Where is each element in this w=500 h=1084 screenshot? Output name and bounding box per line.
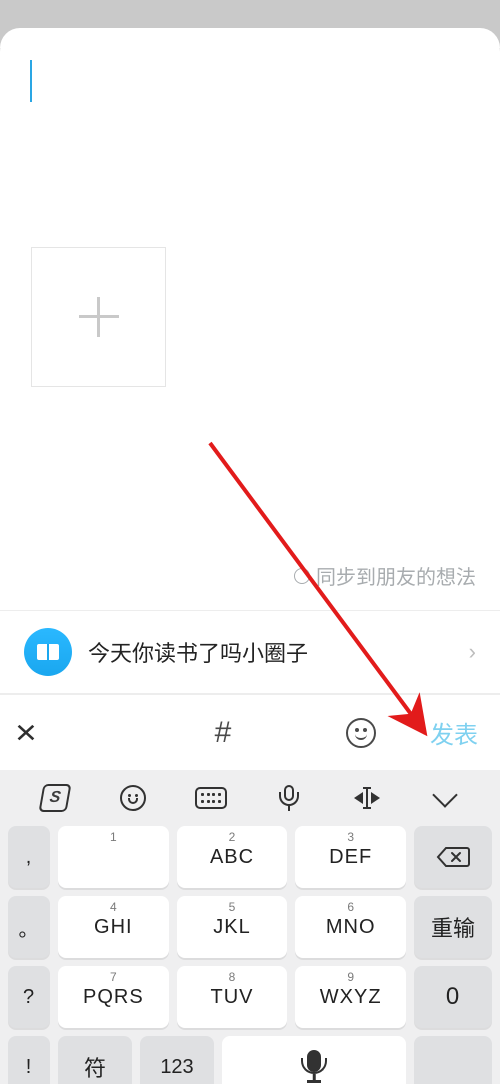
sync-to-friends-toggle[interactable]: 同步到朋友的想法 [294, 561, 476, 590]
key-enter[interactable] [414, 1036, 492, 1084]
add-image-button[interactable] [31, 247, 166, 387]
hashtag-button[interactable]: # [215, 716, 232, 750]
plus-icon [75, 293, 123, 341]
key-reenter[interactable]: 重输 [414, 896, 492, 958]
keyboard: S , 1 2ABC 3DEF 。 4GHI 5JKL [0, 770, 500, 1084]
key-exclaim[interactable]: ! [8, 1036, 50, 1084]
kbd-emoji-button[interactable] [94, 785, 172, 811]
key-0[interactable]: 0 [414, 966, 492, 1028]
keyboard-toolbar: S [0, 770, 500, 826]
sync-label: 同步到朋友的想法 [316, 561, 476, 590]
key-comma[interactable]: , [8, 826, 50, 888]
key-6[interactable]: 6MNO [295, 896, 406, 958]
key-backspace[interactable] [414, 826, 492, 888]
sheet-top [0, 28, 500, 48]
kbd-voice-button[interactable] [250, 785, 328, 811]
book-icon [37, 644, 59, 660]
radio-unchecked-icon [294, 568, 310, 584]
screen: 同步到朋友的想法 读书圈 今天你读书了吗小圈子 › × # 发表 S [0, 0, 500, 1084]
mic-icon [222, 1036, 406, 1084]
key-5[interactable]: 5JKL [177, 896, 288, 958]
close-button[interactable]: × [15, 716, 37, 750]
kbd-layout-button[interactable] [172, 787, 250, 809]
keyboard-grid: , 1 2ABC 3DEF 。 4GHI 5JKL 6MNO 重输 ? 7PQR… [8, 826, 492, 1064]
emoji-button[interactable] [346, 718, 376, 748]
circle-icon: 读书圈 [24, 628, 72, 676]
publish-button[interactable]: 发表 [430, 715, 478, 750]
chevron-right-icon: › [469, 639, 476, 665]
key-period[interactable]: 。 [8, 896, 50, 958]
circle-icon-badge: 读书圈 [11, 600, 38, 611]
key-symbols[interactable]: 符 [58, 1036, 132, 1084]
key-2[interactable]: 2ABC [177, 826, 288, 888]
sheet-backdrop [0, 0, 500, 28]
key-space[interactable] [222, 1036, 406, 1084]
key-4[interactable]: 4GHI [58, 896, 169, 958]
key-7[interactable]: 7PQRS [58, 966, 169, 1028]
key-3[interactable]: 3DEF [295, 826, 406, 888]
kbd-cursor-button[interactable] [328, 788, 406, 808]
circle-selector[interactable]: 读书圈 今天你读书了吗小圈子 › [0, 610, 500, 694]
key-8[interactable]: 8TUV [177, 966, 288, 1028]
circle-name: 今天你读书了吗小圈子 [72, 636, 469, 668]
ime-logo-button[interactable]: S [16, 784, 94, 812]
key-9[interactable]: 9WXYZ [295, 966, 406, 1028]
key-123[interactable]: 123 [140, 1036, 214, 1084]
compose-action-bar: × # 发表 [0, 694, 500, 770]
key-question[interactable]: ? [8, 966, 50, 1028]
kbd-collapse-button[interactable] [406, 792, 484, 804]
key-1[interactable]: 1 [58, 826, 169, 888]
compose-textarea[interactable] [30, 60, 32, 102]
